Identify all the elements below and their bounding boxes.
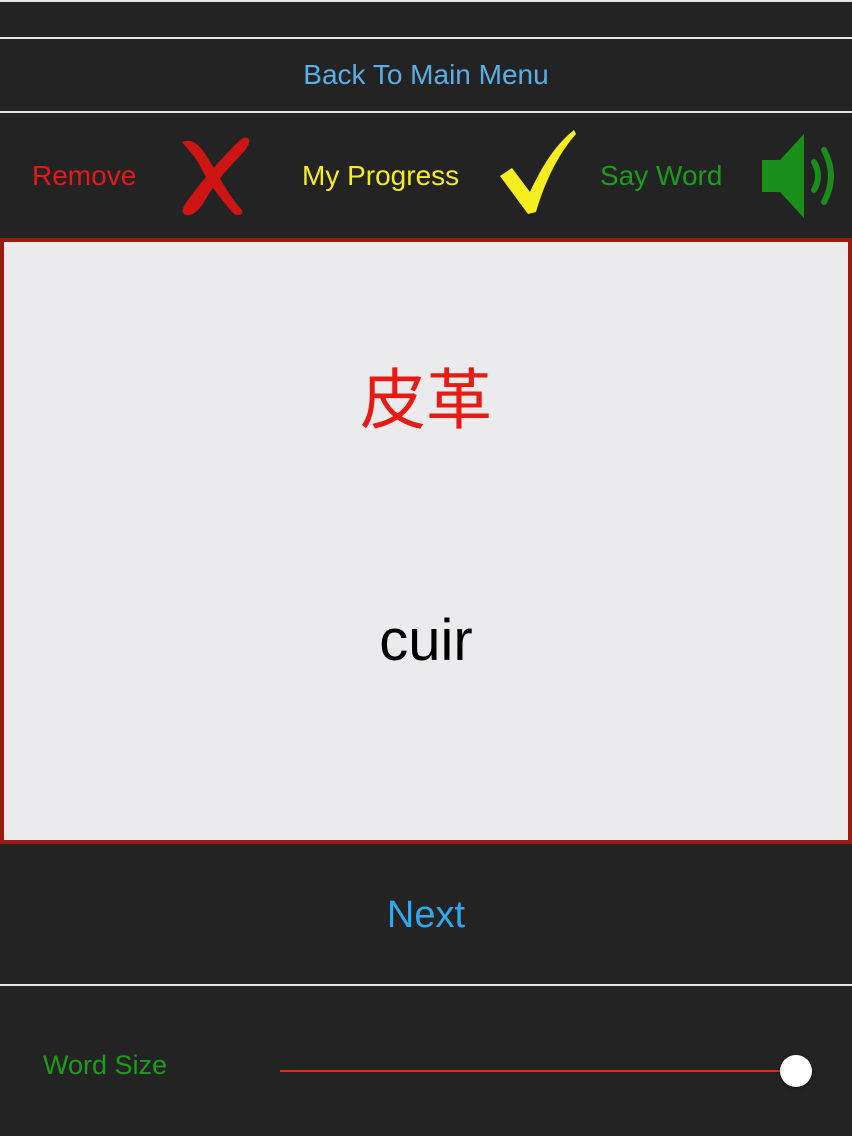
slider-thumb[interactable] [780,1055,812,1087]
footer-separator [0,984,852,986]
action-toolbar: Remove My Progress Say Word [0,114,852,238]
slider-fill [280,1070,796,1072]
native-word: 皮革 [360,363,492,437]
word-size-slider[interactable] [280,1050,812,1092]
top-separator [0,0,852,2]
say-word-label: Say Word [600,160,723,191]
speaker-icon[interactable] [758,128,842,224]
toolbar-separator [0,111,852,113]
flashcard[interactable]: 皮革 cuir [0,238,852,844]
header-separator [0,37,852,39]
say-word-button[interactable]: Say Word [600,114,722,238]
yellow-checkmark-icon[interactable] [498,128,578,218]
red-x-icon[interactable] [174,132,254,222]
remove-label: Remove [32,160,137,191]
target-word: cuir [379,608,473,673]
my-progress-label: My Progress [302,160,460,191]
my-progress-button[interactable]: My Progress [302,114,459,238]
remove-button[interactable]: Remove [32,114,136,238]
next-label: Next [386,893,466,936]
back-to-main-menu-button[interactable]: Back To Main Menu [0,40,852,110]
back-to-main-menu-label: Back To Main Menu [303,59,549,90]
next-button[interactable]: Next [0,846,852,984]
word-size-label: Word Size [43,1040,167,1090]
word-size-label-text: Word Size [43,1049,168,1080]
